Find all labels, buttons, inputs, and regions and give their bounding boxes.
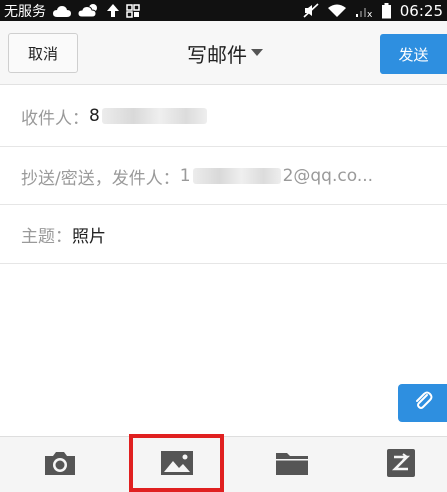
carrier-label: 无服务 [4,3,46,20]
recipient-field[interactable]: 收件人： 8 [0,86,447,147]
camera-icon [43,449,77,481]
cloud-sun-icon [78,3,100,18]
upload-arrow-icon [106,3,120,18]
folder-icon [275,449,309,481]
caret-down-icon [251,49,263,57]
sender-value: 2@qq.co... [282,166,374,186]
send-button[interactable]: 发送 [380,34,447,74]
cancel-button-label: 取消 [27,44,58,63]
sender-value-prefix: 1 [179,166,191,186]
svg-text:x: x [367,10,373,18]
recipient-label: 收件人： [21,108,89,129]
mute-icon [303,3,319,18]
cloud-icon [52,4,72,18]
signal-off-icon: x [355,3,373,18]
cancel-button[interactable]: 取消 [8,33,78,73]
scan-button[interactable] [371,437,431,492]
title-dropdown[interactable]: 写邮件 [150,21,300,85]
compose-header: 取消 写邮件 发送 [0,21,447,85]
redacted-blur [101,108,207,124]
paperclip-icon [411,389,435,417]
send-button-label: 发送 [398,45,429,64]
bottom-toolbar [0,436,447,492]
grid-icon [126,3,140,18]
status-bar: 无服务 x 06:25 [0,0,447,21]
redacted-blur [192,168,281,184]
image-icon [160,449,194,481]
camera-button[interactable] [30,437,90,492]
subject-label: 主题： [21,227,72,247]
folder-button[interactable] [262,437,322,492]
clock-time: 06:25 [399,1,443,20]
wifi-icon [327,3,347,18]
cc-bcc-sender-label: 抄送/密送，发件人： [21,168,180,189]
page-title: 写邮件 [187,42,247,67]
cc-bcc-sender-field[interactable]: 抄送/密送，发件人： 1 2@qq.co... [0,148,447,205]
attachment-button[interactable] [398,384,447,422]
subject-field[interactable]: 主题： 照片 [0,206,447,264]
image-button[interactable] [130,437,223,492]
recipient-value: 8 [89,106,100,126]
scan-icon [386,448,416,482]
battery-icon [381,2,392,19]
subject-value: 照片 [72,227,106,247]
